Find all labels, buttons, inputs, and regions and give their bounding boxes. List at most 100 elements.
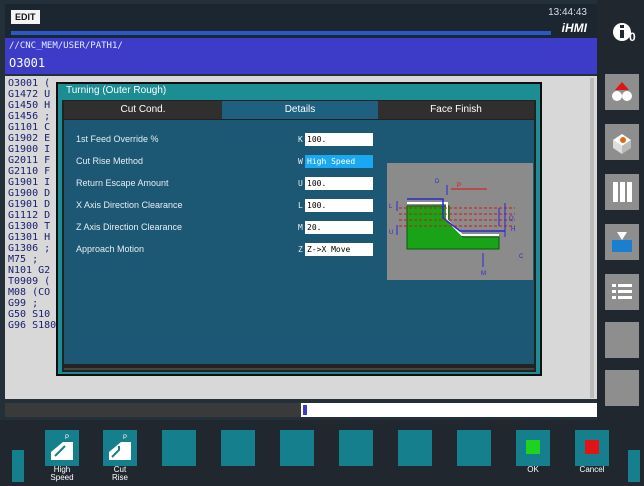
program-number: O3001: [9, 56, 46, 70]
x-clearance-field[interactable]: 100.: [305, 199, 373, 212]
list-icon: [612, 284, 632, 299]
listing-line[interactable]: G1901 D: [8, 199, 50, 210]
softkey-bar: P High Speed P Cut Rise OK Cancel: [0, 420, 644, 486]
machine-settings-icon: [612, 82, 632, 101]
cut-rise-method-field[interactable]: High Speed: [305, 155, 373, 168]
machine-settings-button[interactable]: [605, 74, 639, 110]
param-label-cut-rise: Cut Rise Method: [76, 156, 144, 166]
param-key: M: [298, 223, 303, 232]
softkey-5[interactable]: [280, 430, 314, 466]
label-m: M: [481, 271, 486, 277]
list-button[interactable]: [605, 274, 639, 310]
tools-icon: [613, 182, 632, 202]
listing-line[interactable]: G1306 ;: [8, 243, 50, 254]
ok-label: OK: [527, 465, 539, 474]
softkey-label-high-speed: High Speed: [50, 465, 74, 482]
brand-logo: iHMI: [561, 21, 587, 35]
ok-indicator: [526, 440, 540, 454]
param-label-x-clearance: X Axis Direction Clearance: [76, 200, 183, 210]
workpiece-icon: [613, 134, 631, 154]
cut-rise-highspeed-icon: P: [51, 435, 73, 460]
label-q: Q: [509, 216, 514, 222]
program-save-icon: [612, 232, 632, 252]
listing-line[interactable]: G50 S10: [8, 309, 50, 320]
dialog-body: Cut Cond. Details Face Finish 1st Feed O…: [62, 100, 536, 372]
path-header: //CNC_MEM/USER/PATH1/ O3001: [5, 38, 597, 74]
listing-line[interactable]: M08 (CO: [8, 287, 50, 298]
blank-function-button[interactable]: [605, 370, 639, 406]
feed-override-field[interactable]: 100.: [305, 133, 373, 146]
label-c: C: [519, 254, 524, 260]
listing-line[interactable]: G1900 I: [8, 144, 50, 155]
return-escape-field[interactable]: 100.: [305, 177, 373, 190]
tools-button[interactable]: [605, 174, 639, 210]
listing-line[interactable]: O3001 (: [8, 78, 50, 89]
cancel-indicator: [585, 440, 599, 454]
ok-button[interactable]: [516, 430, 550, 466]
param-key: L: [298, 201, 303, 210]
softkey-high-speed[interactable]: P: [45, 430, 79, 466]
details-form: 1st Feed Override % K 100. Cut Rise Meth…: [64, 120, 534, 364]
softkey-8[interactable]: [457, 430, 491, 466]
softkey-label-cut-rise: Cut Rise: [111, 465, 128, 482]
softkey-7[interactable]: [398, 430, 432, 466]
listing-line[interactable]: G1900 D: [8, 188, 50, 199]
cancel-button[interactable]: [575, 430, 609, 466]
listing-line[interactable]: T0909 (: [8, 276, 50, 287]
label-d: D: [435, 179, 440, 185]
listing-line[interactable]: G1472 U: [8, 89, 50, 100]
svg-text:P: P: [123, 435, 127, 441]
listing-line[interactable]: M75 ;: [8, 254, 38, 265]
listing-line[interactable]: G1456 ;: [8, 111, 50, 122]
param-key: K: [298, 135, 303, 144]
svg-text:P: P: [65, 435, 69, 441]
input-buffer[interactable]: [301, 403, 597, 417]
softkey-3[interactable]: [162, 430, 196, 466]
approach-motion-field[interactable]: Z->X Move: [305, 243, 373, 256]
param-label-return-escape: Return Escape Amount: [76, 178, 169, 188]
label-u: U: [389, 230, 393, 236]
clearance-diagram: D P L U Q H C M: [387, 163, 533, 280]
info-button[interactable]: 0: [605, 16, 639, 52]
clearance-diagram-graphic: D P L U Q H C M: [387, 163, 533, 280]
param-key: U: [298, 179, 303, 188]
listing-line[interactable]: G1450 H: [8, 100, 50, 111]
input-cursor: [303, 405, 307, 415]
tab-details[interactable]: Details: [222, 101, 378, 119]
softkey-cut-rise[interactable]: P: [103, 430, 137, 466]
listing-line[interactable]: N101 G2: [8, 265, 50, 276]
param-key: Z: [298, 245, 303, 254]
listing-line[interactable]: G1112 D: [8, 210, 50, 221]
softkey-4[interactable]: [221, 430, 255, 466]
blank-function-button[interactable]: [605, 322, 639, 358]
program-save-button[interactable]: [605, 224, 639, 260]
info-badge: 0: [629, 30, 636, 44]
softkey-prev-button[interactable]: [12, 450, 24, 482]
turning-dialog: Turning (Outer Rough) Cut Cond. Details …: [56, 82, 542, 376]
tab-cut-cond[interactable]: Cut Cond.: [64, 101, 222, 119]
listing-line[interactable]: G2110 F: [8, 166, 50, 177]
cnc-screen: EDIT 13:44:43 iHMI //CNC_MEM/USER/PATH1/…: [0, 0, 644, 486]
param-label-feed-override: 1st Feed Override %: [76, 134, 159, 144]
info-icon: [613, 23, 631, 41]
listing-line[interactable]: G2011 F: [8, 155, 50, 166]
softkey-6[interactable]: [339, 430, 373, 466]
softkey-next-button[interactable]: [628, 450, 640, 482]
tab-face-finish[interactable]: Face Finish: [378, 101, 534, 119]
status-row: [5, 403, 597, 417]
workpiece-button[interactable]: [605, 124, 639, 160]
listing-line[interactable]: G1101 C: [8, 122, 50, 133]
listing-line[interactable]: G1300 T: [8, 221, 50, 232]
top-status-bar: EDIT 13:44:43 iHMI: [5, 4, 597, 38]
program-path: //CNC_MEM/USER/PATH1/: [9, 41, 123, 51]
listing-line[interactable]: G1902 E: [8, 133, 50, 144]
listing-line[interactable]: G1301 H: [8, 232, 50, 243]
listing-scrollbar[interactable]: [590, 78, 594, 398]
listing-line[interactable]: G1901 I: [8, 177, 50, 188]
dialog-title: Turning (Outer Rough): [66, 85, 167, 96]
param-label-z-clearance: Z Axis Direction Clearance: [76, 222, 183, 232]
cancel-label: Cancel: [579, 465, 605, 474]
listing-line[interactable]: G99 ;: [8, 298, 38, 309]
param-key: W: [298, 157, 303, 166]
z-clearance-field[interactable]: 20.: [305, 221, 373, 234]
